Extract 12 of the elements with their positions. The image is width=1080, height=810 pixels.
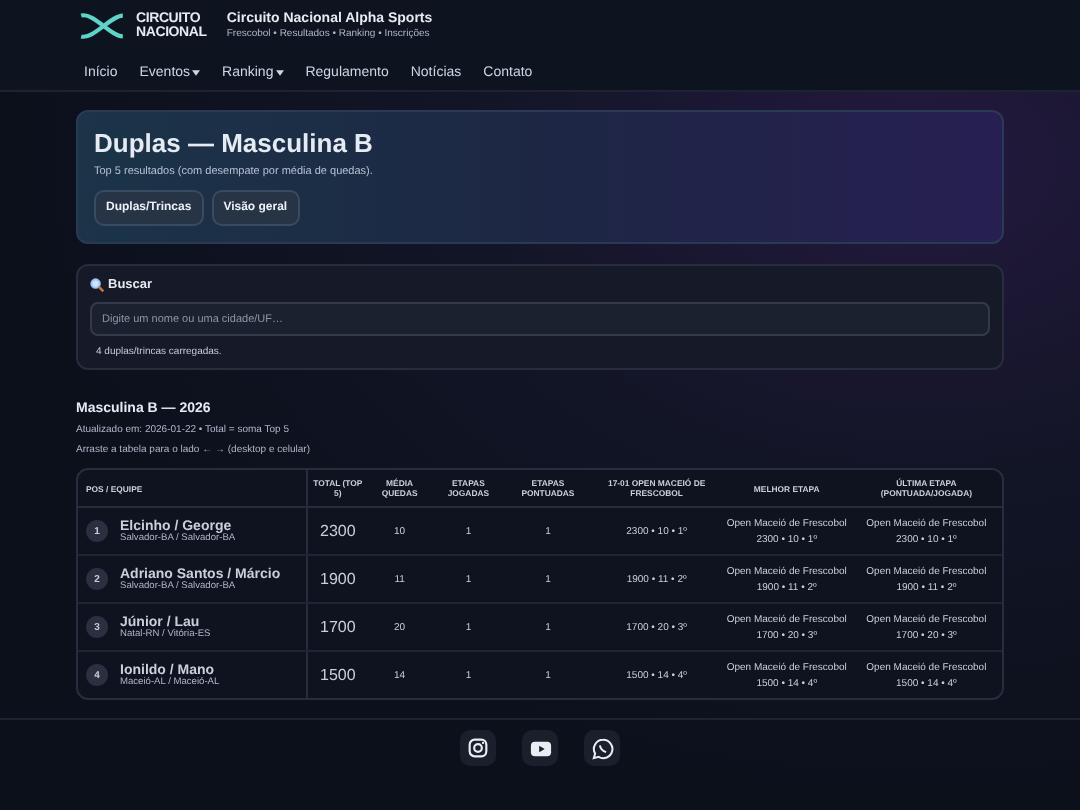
search-icon bbox=[90, 278, 104, 292]
table-cell: 1700 bbox=[307, 603, 368, 651]
caret-icon[interactable] bbox=[192, 70, 201, 76]
table-cell: 1500 bbox=[307, 651, 368, 698]
page-title: Duplas — Masculina B bbox=[94, 128, 375, 158]
table-cell: 1900 bbox=[307, 555, 368, 603]
chat-icon[interactable] bbox=[584, 730, 620, 766]
caret-icon[interactable] bbox=[275, 70, 284, 76]
table-cell: 2300 bbox=[307, 507, 368, 555]
logo-icon bbox=[76, 8, 128, 44]
instagram-icon[interactable] bbox=[460, 730, 496, 766]
play-icon[interactable] bbox=[522, 730, 558, 766]
